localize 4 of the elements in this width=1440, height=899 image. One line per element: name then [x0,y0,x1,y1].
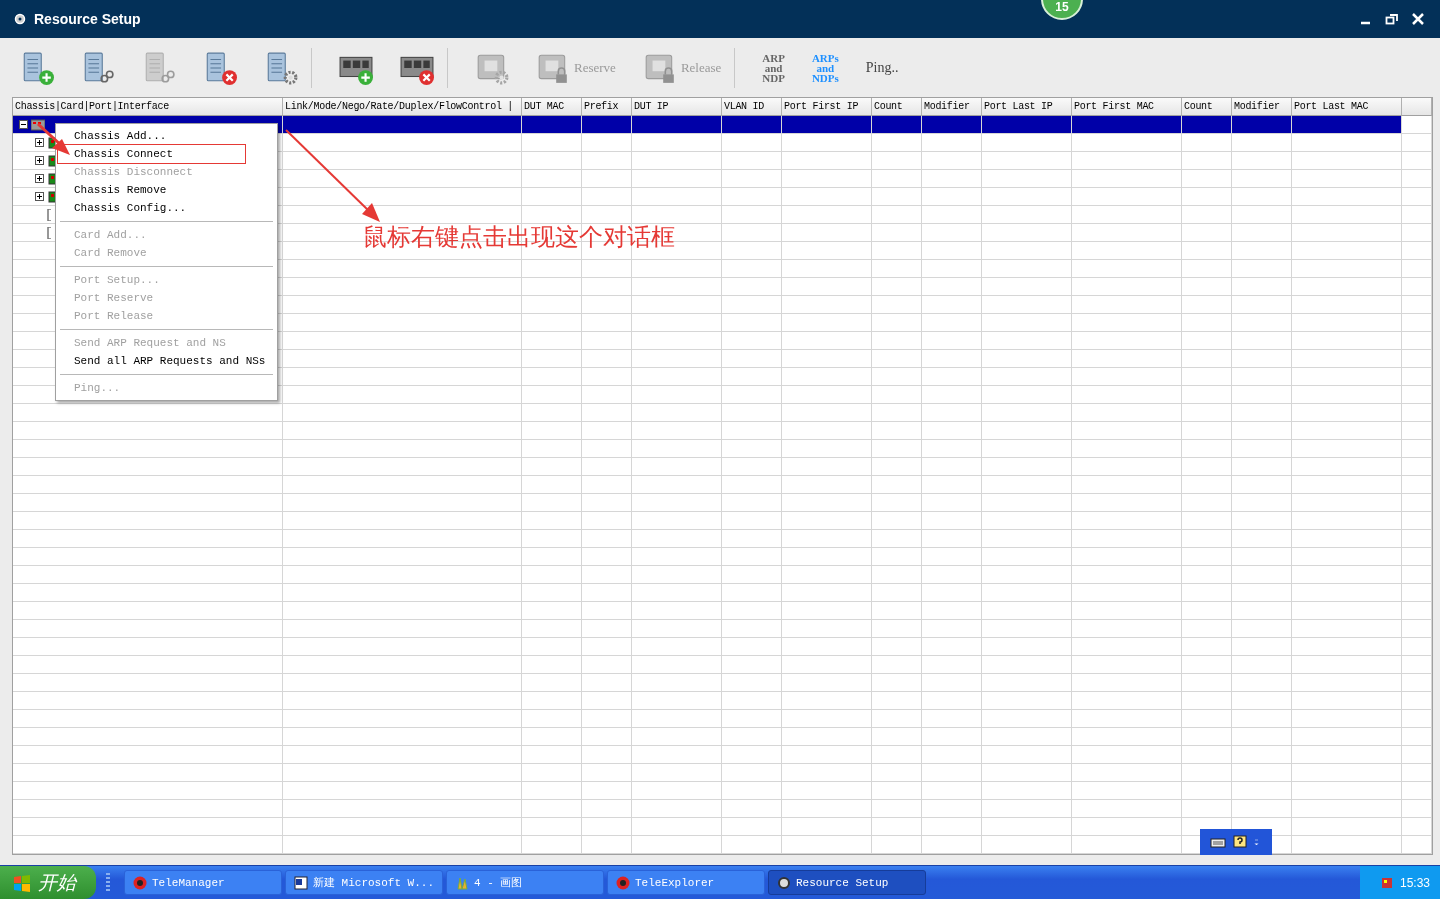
window-title: Resource Setup [34,11,141,27]
annotation-text: 鼠标右键点击出现这个对话框 [363,225,675,249]
count-badge: 15 [1041,0,1083,20]
clock: 15:33 [1399,875,1430,890]
